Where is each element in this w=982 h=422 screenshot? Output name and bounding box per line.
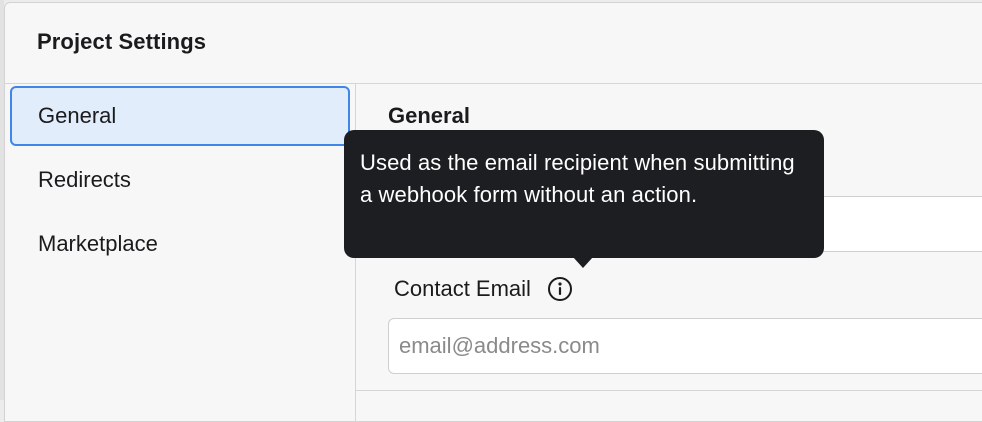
tooltip-text: Used as the email recipient when submitt… [360, 150, 795, 207]
divider [356, 390, 982, 391]
contact-email-label: Contact Email [394, 276, 531, 301]
sidebar-item-label: Marketplace [38, 231, 158, 256]
sidebar-item-label: Redirects [38, 167, 131, 192]
dialog-title: Project Settings [37, 29, 207, 54]
sidebar-item-general[interactable]: General [10, 86, 350, 146]
section-title: General [388, 103, 470, 128]
tooltip-arrow [573, 257, 593, 268]
info-circle-icon[interactable] [547, 276, 573, 302]
contact-email-input[interactable] [388, 318, 982, 374]
info-tooltip: Used as the email recipient when submitt… [344, 130, 824, 258]
sidebar-item-marketplace[interactable]: Marketplace [10, 214, 350, 274]
dialog-header: Project Settings [5, 3, 982, 84]
sidebar-item-label: General [38, 103, 117, 128]
settings-sidebar: General Redirects Marketplace [5, 84, 356, 421]
sidebar-item-redirects[interactable]: Redirects [10, 150, 350, 210]
contact-email-label-row: Contact Email [394, 276, 573, 302]
